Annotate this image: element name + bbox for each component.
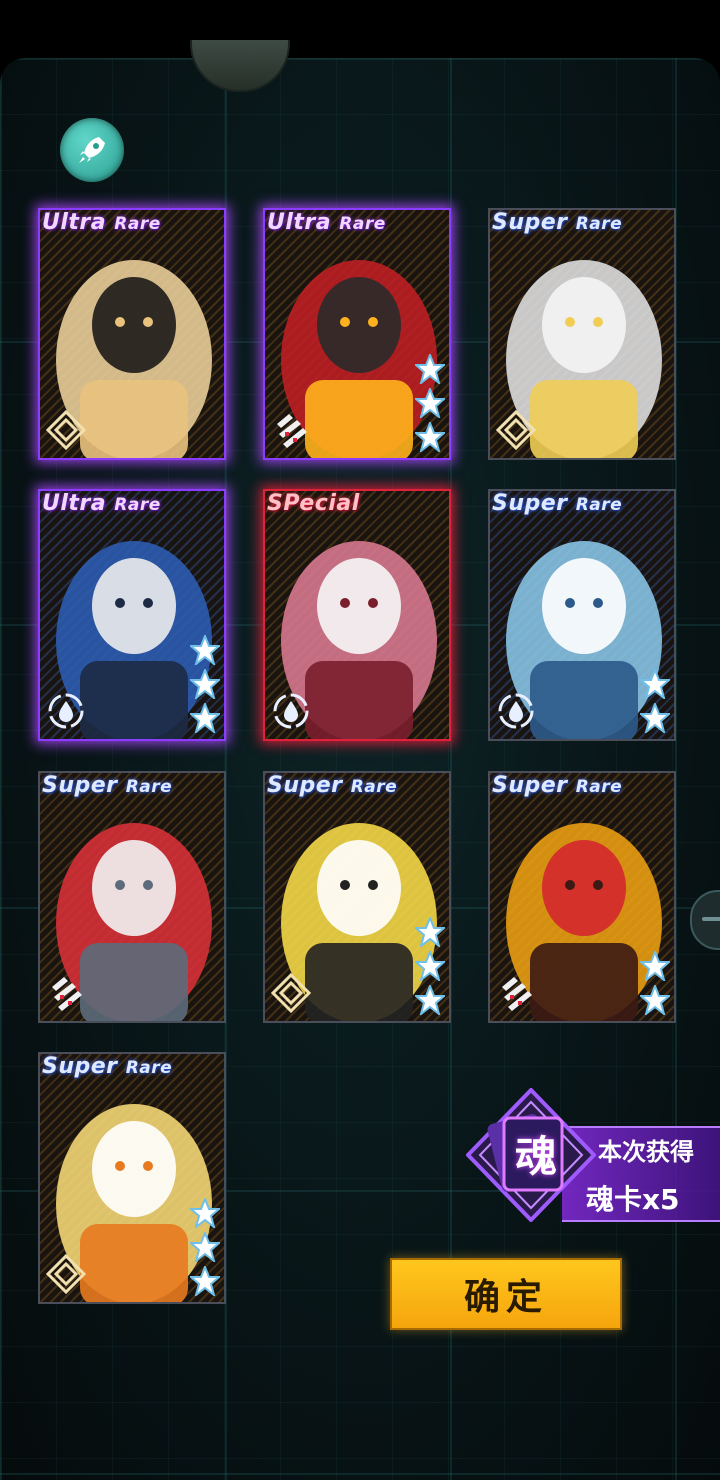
rarity-sub: Rare — [575, 214, 623, 234]
rarity-label: Super Rare — [492, 210, 622, 235]
character-card[interactable]: Super Rare — [488, 208, 676, 460]
rarity-main: Super — [492, 773, 568, 798]
character-card[interactable]: Super Rare — [488, 771, 676, 1023]
rarity-label: Ultra Rare — [42, 210, 161, 235]
rarity-sub: Rare — [114, 495, 161, 515]
diamond-role-icon — [45, 409, 87, 451]
diamond-role-icon — [270, 972, 312, 1014]
star-icon — [190, 1266, 220, 1296]
star-icon — [190, 1198, 220, 1228]
rarity-sub: Rare — [575, 777, 623, 797]
drop-role-icon — [496, 691, 536, 731]
rarity-main: Ultra — [267, 210, 332, 235]
rarity-main: Super — [492, 491, 568, 516]
star-rating — [640, 665, 670, 733]
drop-role-icon — [271, 691, 311, 731]
character-card[interactable]: Super Rare — [263, 771, 451, 1023]
rarity-main: Super — [42, 773, 118, 798]
rarity-label: Super Rare — [267, 773, 397, 798]
star-icon — [190, 703, 220, 733]
rarity-sub: Rare — [575, 495, 623, 515]
rarity-main: Ultra — [42, 491, 107, 516]
star-icon — [415, 985, 445, 1015]
rarity-main: Super — [492, 210, 568, 235]
rarity-label: Super Rare — [492, 491, 622, 516]
star-icon — [190, 669, 220, 699]
star-icon — [640, 985, 670, 1015]
side-collapse-button[interactable] — [690, 890, 720, 950]
star-icon — [640, 703, 670, 733]
reward-count: 魂卡x5 — [586, 1183, 680, 1216]
character-card[interactable]: Ultra Rare — [38, 208, 226, 460]
diamond-role-icon — [45, 1253, 87, 1295]
star-rating — [640, 947, 670, 1015]
claw-role-icon — [271, 410, 311, 450]
rarity-label: Super Rare — [492, 773, 622, 798]
star-icon — [190, 1232, 220, 1262]
rarity-main: Super — [267, 773, 343, 798]
rarity-sub: Rare — [125, 777, 173, 797]
character-card[interactable]: Ultra Rare — [38, 489, 226, 741]
rarity-sub: Rare — [114, 214, 161, 234]
character-card[interactable]: Super Rare — [38, 1052, 226, 1304]
rarity-main: SPecial — [267, 491, 360, 516]
star-icon — [415, 388, 445, 418]
rarity-label: SPecial — [267, 491, 360, 516]
character-card[interactable]: Super Rare — [488, 489, 676, 741]
character-card[interactable]: SPecial — [263, 489, 451, 741]
claw-role-icon — [496, 973, 536, 1013]
star-icon — [415, 422, 445, 452]
star-rating — [415, 913, 445, 1015]
star-icon — [415, 951, 445, 981]
diamond-role-icon — [495, 409, 537, 451]
soul-char: 魂 — [514, 1132, 557, 1181]
character-card[interactable]: Super Rare — [38, 771, 226, 1023]
rarity-sub: Rare — [350, 777, 398, 797]
rarity-sub: Rare — [125, 1058, 173, 1078]
rarity-label: Super Rare — [42, 1054, 172, 1079]
claw-role-icon — [46, 973, 86, 1013]
rarity-label: Ultra Rare — [42, 491, 161, 516]
star-icon — [640, 669, 670, 699]
rocket-button[interactable] — [60, 118, 124, 182]
star-rating — [190, 631, 220, 733]
rarity-sub: Rare — [339, 214, 386, 234]
rarity-main: Ultra — [42, 210, 107, 235]
star-rating — [415, 350, 445, 452]
rarity-label: Super Rare — [42, 773, 172, 798]
reward-title: 本次获得 — [598, 1138, 694, 1166]
reward-banner: 魂 本次获得 魂卡x5 — [466, 1088, 720, 1222]
star-rating — [190, 1194, 220, 1296]
star-icon — [640, 951, 670, 981]
rarity-main: Super — [42, 1054, 118, 1079]
confirm-button[interactable]: 确定 — [390, 1258, 622, 1330]
character-card[interactable]: Ultra Rare — [263, 208, 451, 460]
star-icon — [415, 917, 445, 947]
star-icon — [415, 354, 445, 384]
rocket-icon — [79, 137, 105, 163]
drop-role-icon — [46, 691, 86, 731]
rarity-label: Ultra Rare — [267, 210, 386, 235]
star-icon — [190, 635, 220, 665]
